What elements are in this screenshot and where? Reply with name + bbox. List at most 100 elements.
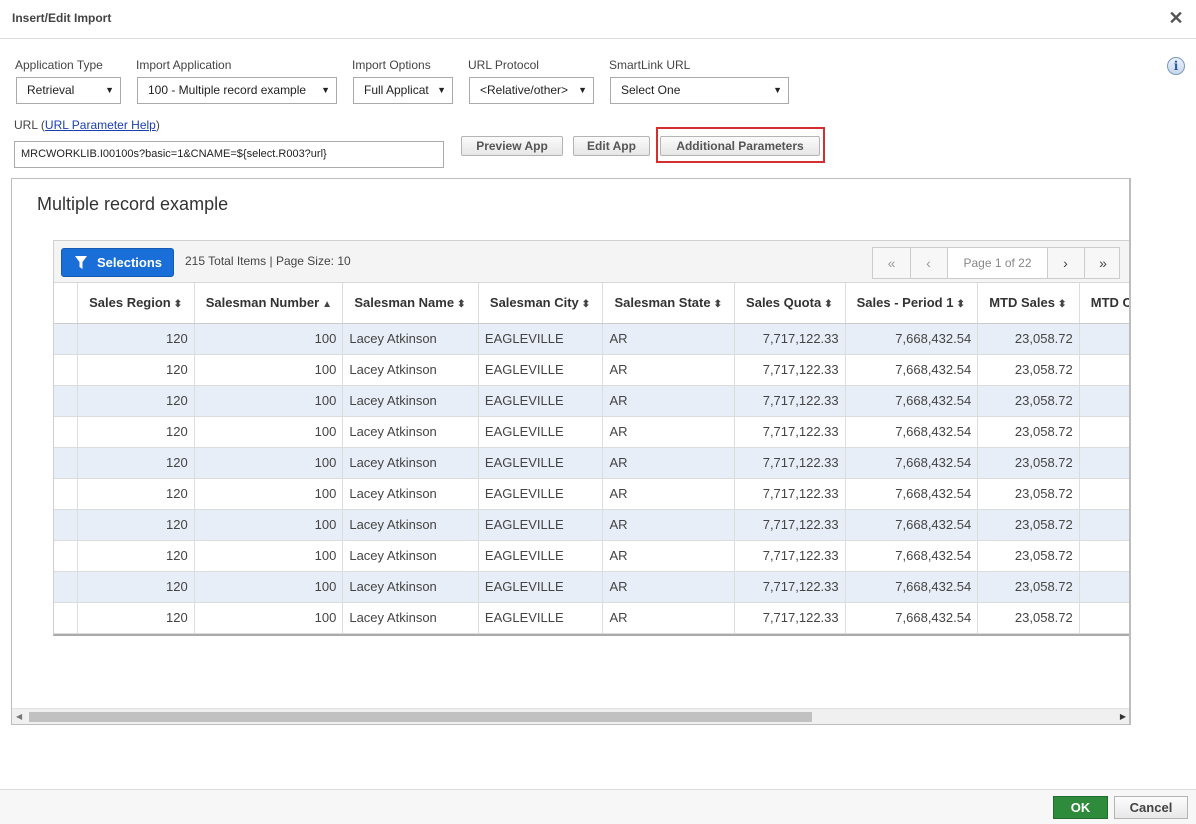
table-cell bbox=[1079, 571, 1129, 603]
column-header[interactable]: MTD C bbox=[1079, 283, 1129, 324]
preview-app-button[interactable]: Preview App bbox=[461, 136, 563, 156]
column-header[interactable]: Sales - Period 1 ⬍ bbox=[845, 283, 979, 324]
table-cell bbox=[1079, 447, 1129, 479]
table-cell: 23,058.72 bbox=[977, 571, 1080, 603]
table-cell: 100 bbox=[194, 540, 344, 572]
table-cell: Lacey Atkinson bbox=[342, 602, 479, 634]
application-type-select[interactable]: Retrieval ▼ bbox=[16, 77, 121, 104]
pager: « ‹ Page 1 of 22 › » bbox=[872, 247, 1120, 279]
sort-icon: ⬍ bbox=[1057, 299, 1067, 311]
column-header[interactable] bbox=[54, 283, 79, 324]
table-cell bbox=[1079, 478, 1129, 510]
table-cell bbox=[54, 354, 79, 386]
table-row[interactable]: 120 100 Lacey Atkinson EAGLEVILLE AR 7,717,12… bbox=[54, 354, 1129, 386]
column-header-label: Salesman City bbox=[489, 295, 579, 311]
table-row[interactable]: 120 100 Lacey Atkinson EAGLEVILLE AR 7,717,12… bbox=[54, 602, 1129, 634]
table-row[interactable]: 120 100 Lacey Atkinson EAGLEVILLE AR 7,717,12… bbox=[54, 540, 1129, 572]
table-row[interactable]: 120 100 Lacey Atkinson EAGLEVILLE AR 7,717,12… bbox=[54, 571, 1129, 603]
info-icon[interactable]: i bbox=[1167, 57, 1185, 75]
table-cell: Lacey Atkinson bbox=[342, 323, 479, 355]
url-parameter-help-link[interactable]: URL Parameter Help bbox=[45, 118, 156, 132]
cancel-button[interactable]: Cancel bbox=[1114, 796, 1188, 819]
table-cell bbox=[54, 571, 79, 603]
import-options-select[interactable]: Full Applicat ▼ bbox=[353, 77, 453, 104]
url-protocol-label: URL Protocol bbox=[468, 58, 539, 72]
column-header[interactable]: Salesman City ⬍ bbox=[478, 283, 604, 324]
table-cell: Lacey Atkinson bbox=[342, 447, 479, 479]
table-cell: 100 bbox=[194, 354, 344, 386]
column-header-label: Salesman Number bbox=[205, 295, 320, 311]
table-cell: 100 bbox=[194, 385, 344, 417]
column-header-label: Sales Quota bbox=[746, 295, 822, 311]
table-cell: 23,058.72 bbox=[977, 509, 1080, 541]
import-application-select[interactable]: 100 - Multiple record example ▼ bbox=[137, 77, 337, 104]
column-header[interactable]: MTD Sales ⬍ bbox=[977, 283, 1080, 324]
horizontal-scrollbar[interactable]: ◀ ▶ bbox=[12, 708, 1129, 724]
edit-app-button[interactable]: Edit App bbox=[573, 136, 650, 156]
table-cell bbox=[54, 385, 79, 417]
table-cell: 100 bbox=[194, 478, 344, 510]
table-cell: 7,668,432.54 bbox=[845, 509, 979, 541]
table-cell bbox=[1079, 509, 1129, 541]
table-cell: AR bbox=[602, 571, 736, 603]
table-cell: EAGLEVILLE bbox=[478, 447, 604, 479]
column-header[interactable]: Salesman State ⬍ bbox=[602, 283, 736, 324]
application-type-label: Application Type bbox=[15, 58, 103, 72]
table-cell: 23,058.72 bbox=[977, 602, 1080, 634]
table-cell: 7,717,122.33 bbox=[734, 416, 846, 448]
table-cell: 100 bbox=[194, 602, 344, 634]
column-header-label: Sales Region bbox=[89, 295, 171, 311]
table-row[interactable]: 120 100 Lacey Atkinson EAGLEVILLE AR 7,717,12… bbox=[54, 385, 1129, 417]
table-cell: 7,717,122.33 bbox=[734, 354, 846, 386]
column-header[interactable]: Sales Quota ⬍ bbox=[734, 283, 846, 324]
ok-button[interactable]: OK bbox=[1053, 796, 1108, 819]
table-cell: EAGLEVILLE bbox=[478, 509, 604, 541]
table-row[interactable]: 120 100 Lacey Atkinson EAGLEVILLE AR 7,717,12… bbox=[54, 447, 1129, 479]
dropdown-arrow-icon: ▼ bbox=[321, 85, 330, 95]
table-row[interactable]: 120 100 Lacey Atkinson EAGLEVILLE AR 7,717,12… bbox=[54, 478, 1129, 510]
table-row[interactable]: 120 100 Lacey Atkinson EAGLEVILLE AR 7,717,12… bbox=[54, 509, 1129, 541]
column-header[interactable]: Salesman Name ⬍ bbox=[342, 283, 479, 324]
table-cell bbox=[1079, 602, 1129, 634]
page-info[interactable]: Page 1 of 22 bbox=[948, 248, 1048, 278]
grid-header-row: Sales Region ⬍ Salesman Number ▲ Salesman Na… bbox=[54, 283, 1129, 324]
table-cell: 100 bbox=[194, 447, 344, 479]
selections-button[interactable]: Selections bbox=[61, 248, 174, 277]
column-header[interactable]: Sales Region ⬍ bbox=[77, 283, 195, 324]
prev-page-icon[interactable]: ‹ bbox=[910, 248, 948, 278]
grid-toolbar: Selections 215 Total Items | Page Size: … bbox=[54, 241, 1129, 283]
smartlink-url-select[interactable]: Select One ▼ bbox=[610, 77, 789, 104]
import-application-label: Import Application bbox=[136, 58, 232, 72]
app-preview-panel: Multiple record example Selections 215 T… bbox=[11, 178, 1131, 725]
table-cell: AR bbox=[602, 509, 736, 541]
scroll-left-icon[interactable]: ◀ bbox=[16, 709, 22, 724]
url-protocol-select[interactable]: <Relative/other> ▼ bbox=[469, 77, 594, 104]
url-input[interactable]: MRCWORKLIB.I00100s?basic=1&CNAME=${selec… bbox=[14, 141, 444, 168]
table-cell: 7,668,432.54 bbox=[845, 540, 979, 572]
scroll-right-icon[interactable]: ▶ bbox=[1120, 709, 1126, 724]
table-cell: Lacey Atkinson bbox=[342, 571, 479, 603]
first-page-icon[interactable]: « bbox=[873, 248, 911, 278]
scrollbar-thumb[interactable] bbox=[29, 712, 812, 722]
next-page-icon[interactable]: › bbox=[1047, 248, 1085, 278]
column-header[interactable]: Salesman Number ▲ bbox=[194, 283, 344, 324]
table-cell: 120 bbox=[77, 323, 195, 355]
sort-icon: ⬍ bbox=[581, 299, 591, 311]
table-cell bbox=[1079, 323, 1129, 355]
table-cell: 7,717,122.33 bbox=[734, 478, 846, 510]
table-cell: 7,668,432.54 bbox=[845, 385, 979, 417]
dropdown-arrow-icon: ▼ bbox=[437, 85, 446, 95]
table-row[interactable]: 120 100 Lacey Atkinson EAGLEVILLE AR 7,717,12… bbox=[54, 323, 1129, 355]
dialog-title: Insert/Edit Import bbox=[12, 11, 112, 25]
table-cell: 100 bbox=[194, 509, 344, 541]
last-page-icon[interactable]: » bbox=[1084, 248, 1122, 278]
close-icon[interactable]: ✕ bbox=[1168, 9, 1184, 27]
url-protocol-value: <Relative/other> bbox=[480, 83, 569, 97]
table-cell bbox=[54, 416, 79, 448]
smartlink-url-label: SmartLink URL bbox=[609, 58, 691, 72]
data-grid: Selections 215 Total Items | Page Size: … bbox=[53, 240, 1129, 636]
table-cell: 7,668,432.54 bbox=[845, 602, 979, 634]
table-cell: 7,668,432.54 bbox=[845, 571, 979, 603]
table-row[interactable]: 120 100 Lacey Atkinson EAGLEVILLE AR 7,717,12… bbox=[54, 416, 1129, 448]
table-cell: 100 bbox=[194, 416, 344, 448]
